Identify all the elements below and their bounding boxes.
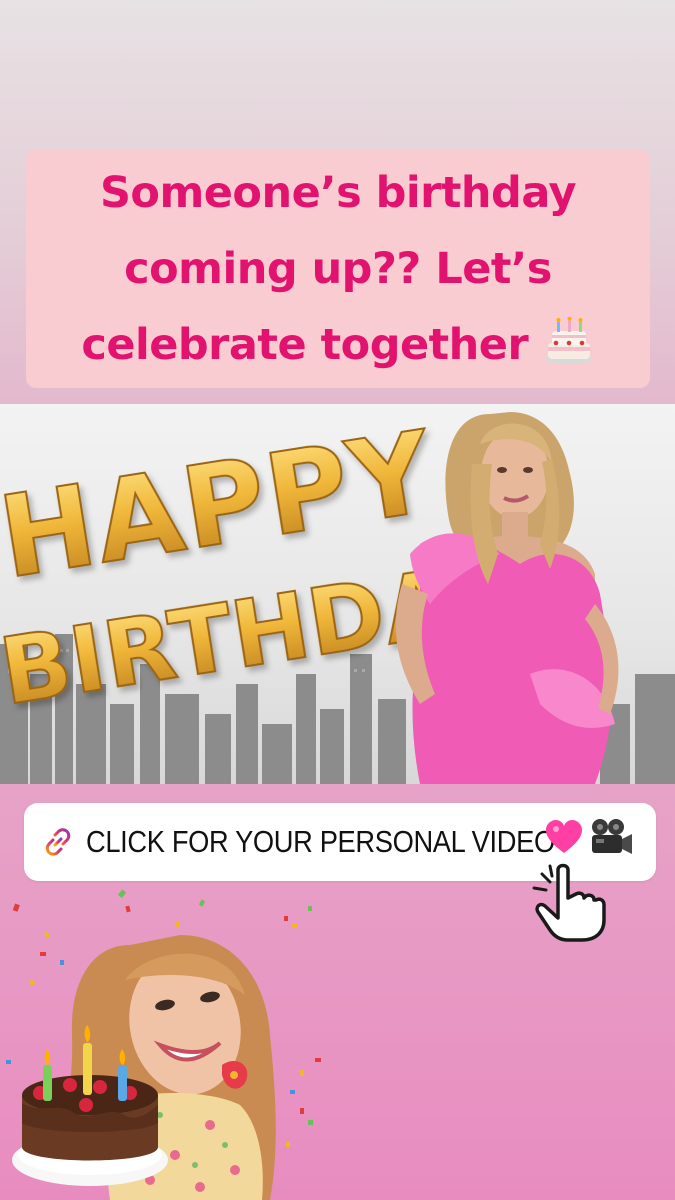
title-line-3: celebrate together bbox=[38, 307, 638, 383]
link-emoji-group bbox=[544, 817, 634, 859]
title-line-1: Someone’s birthday bbox=[99, 168, 577, 218]
woman-in-pink-dress bbox=[395, 412, 619, 784]
cake-icon bbox=[544, 316, 593, 364]
link-icon bbox=[45, 828, 71, 856]
birthday-banner-image: HAPPY BIRTHDAY bbox=[0, 404, 675, 784]
link-label: CLICK FOR YOUR PERSONAL VIDEO bbox=[86, 824, 555, 859]
title-card: Someone’s birthday coming up?? Let’s cel… bbox=[26, 150, 650, 388]
title-text: Someone’s birthday coming up?? Let’s cel… bbox=[38, 155, 638, 383]
memoji-avatar-with-cake bbox=[12, 935, 276, 1200]
video-camera-icon bbox=[592, 819, 632, 854]
pink-heart-icon bbox=[545, 820, 582, 853]
title-line-2: coming up?? Let’s bbox=[124, 244, 552, 294]
